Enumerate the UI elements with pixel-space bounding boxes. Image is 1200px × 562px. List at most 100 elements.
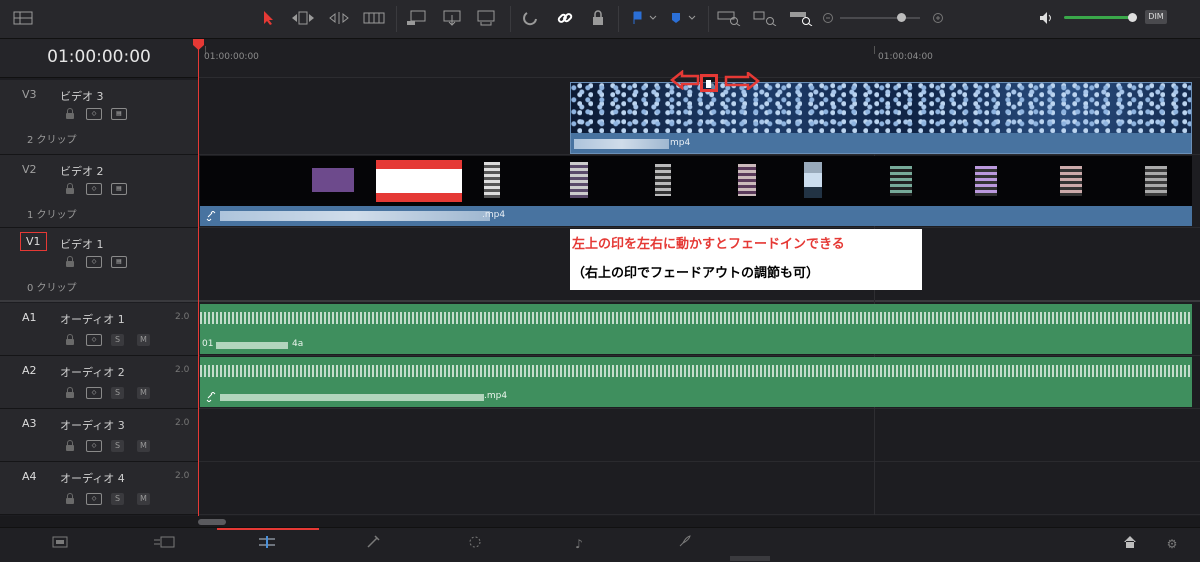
zoom-custom-icon[interactable] [788, 9, 814, 27]
linked-selection-icon[interactable] [556, 9, 574, 27]
track-header-v3[interactable]: V3 ビデオ 3 ◇ ▤ 2 クリップ [0, 80, 198, 155]
zoom-out-icon[interactable] [822, 9, 834, 27]
track-id: A4 [22, 470, 37, 483]
insert-clip-icon[interactable] [405, 9, 429, 27]
clip-count: 1 クリップ [27, 210, 77, 221]
marker-icon[interactable] [668, 9, 698, 27]
deliver-page-icon[interactable] [675, 535, 693, 553]
track-id-destination[interactable]: V1 [20, 232, 47, 251]
track-name[interactable]: オーディオ 1 [60, 311, 125, 327]
fusion-page-icon[interactable] [364, 535, 382, 553]
zoom-slider-handle[interactable] [897, 13, 906, 22]
video-clip-v2[interactable]: .mp4 [200, 156, 1192, 226]
color-page-icon[interactable] [466, 535, 484, 553]
track-header-v1[interactable]: V1 ビデオ 1 ◇ ▤ 0 クリップ [0, 228, 198, 301]
home-icon[interactable] [1121, 535, 1139, 553]
selection-tool-icon[interactable] [260, 9, 276, 27]
track-enable-icon[interactable]: ▤ [111, 108, 127, 120]
redacted-clip-name [574, 139, 669, 149]
page-bar-handle[interactable] [730, 556, 770, 561]
track-lane-a4[interactable] [199, 462, 1200, 515]
auto-select-icon[interactable]: ◇ [86, 334, 102, 346]
volume-icon[interactable] [1038, 9, 1056, 27]
overwrite-clip-icon[interactable] [440, 9, 464, 27]
track-header-v2[interactable]: V2 ビデオ 2 ◇ ▤ 1 クリップ [0, 155, 198, 228]
snapping-icon[interactable] [522, 9, 540, 27]
track-name[interactable]: オーディオ 2 [60, 364, 125, 380]
auto-select-icon[interactable]: ◇ [86, 183, 102, 195]
layout-icon[interactable] [12, 9, 34, 27]
solo-button[interactable]: S [111, 387, 124, 399]
track-name[interactable]: オーディオ 3 [60, 417, 125, 433]
track-enable-icon[interactable]: ▤ [111, 256, 127, 268]
track-lane-a3[interactable] [199, 409, 1200, 462]
mute-button[interactable]: M [137, 440, 150, 452]
horizontal-scrollbar[interactable] [198, 519, 226, 525]
edit-page-icon[interactable] [258, 535, 276, 553]
mute-button[interactable]: M [137, 493, 150, 505]
zoom-in-icon[interactable] [932, 9, 944, 27]
lock-icon[interactable] [66, 387, 74, 398]
flag-icon[interactable] [630, 9, 658, 27]
auto-select-icon[interactable]: ◇ [86, 256, 102, 268]
thumbnail [738, 164, 756, 196]
playhead-marker[interactable] [192, 39, 205, 51]
thumbnail [1145, 166, 1167, 196]
cut-page-icon[interactable] [153, 535, 175, 553]
replace-clip-icon[interactable] [474, 9, 498, 27]
lock-icon[interactable] [66, 440, 74, 451]
track-header-a2[interactable]: A2 オーディオ 2 2.0 ◇ S M [0, 356, 198, 409]
solo-button[interactable]: S [111, 493, 124, 505]
volume-slider[interactable] [1064, 16, 1132, 19]
mute-button[interactable]: M [137, 387, 150, 399]
lock-icon[interactable] [66, 334, 74, 345]
track-name[interactable]: オーディオ 4 [60, 470, 125, 486]
lock-icon[interactable] [66, 108, 74, 119]
auto-select-icon[interactable]: ◇ [86, 387, 102, 399]
current-timecode[interactable]: 01:00:00:00 [0, 47, 198, 67]
playhead-line[interactable] [198, 39, 199, 518]
solo-button[interactable]: S [111, 334, 124, 346]
lock-icon[interactable] [66, 493, 74, 504]
position-lock-icon[interactable] [590, 9, 606, 27]
audio-clip-a1[interactable]: 01 4a [200, 304, 1192, 354]
dynamic-trim-icon[interactable] [326, 9, 352, 27]
auto-select-icon[interactable]: ◇ [86, 493, 102, 505]
solo-button[interactable]: S [111, 440, 124, 452]
zoom-detail-icon[interactable] [752, 9, 778, 27]
zoom-full-icon[interactable] [716, 9, 742, 27]
blade-tool-icon[interactable] [362, 9, 386, 27]
track-enable-icon[interactable]: ▤ [111, 183, 127, 195]
audio-clip-a2[interactable]: .mp4 [200, 357, 1192, 407]
waveform [200, 312, 1192, 324]
horizontal-scroll-track[interactable] [0, 516, 1200, 527]
media-page-icon[interactable] [51, 535, 69, 553]
lock-icon[interactable] [66, 183, 74, 194]
auto-select-icon[interactable]: ◇ [86, 108, 102, 120]
auto-select-icon[interactable]: ◇ [86, 440, 102, 452]
channel-format: 2.0 [175, 365, 190, 375]
fairlight-page-icon[interactable]: ♪ [570, 535, 588, 553]
track-header-a4[interactable]: A4 オーディオ 4 2.0 ◇ S M [0, 462, 198, 515]
track-header-a1[interactable]: A1 オーディオ 1 2.0 ◇ S M [0, 303, 198, 356]
video-audio-divider[interactable] [0, 300, 1200, 302]
zoom-slider[interactable] [840, 17, 920, 19]
dim-button[interactable]: DIM [1145, 10, 1167, 24]
fade-handle-grip[interactable] [706, 80, 711, 88]
waveform [200, 365, 1192, 377]
mute-button[interactable]: M [137, 334, 150, 346]
lock-icon[interactable] [66, 256, 74, 267]
track-name[interactable]: ビデオ 3 [60, 88, 104, 104]
track-name[interactable]: ビデオ 1 [60, 236, 104, 252]
volume-slider-handle[interactable] [1128, 13, 1137, 22]
track-header-a3[interactable]: A3 オーディオ 3 2.0 ◇ S M [0, 409, 198, 462]
redacted-clip-name [216, 342, 288, 349]
track-id: A3 [22, 417, 37, 430]
clip-name-suffix: .mp4 [484, 391, 508, 401]
settings-gear-icon[interactable]: ⚙ [1163, 535, 1181, 553]
clip-name-prefix: 01 [202, 339, 214, 349]
trim-tool-icon[interactable] [290, 9, 316, 27]
video-clip-v3[interactable]: mp4 [570, 82, 1192, 154]
track-name[interactable]: ビデオ 2 [60, 163, 104, 179]
ruler-label-4s: 01:00:04:00 [878, 52, 933, 62]
